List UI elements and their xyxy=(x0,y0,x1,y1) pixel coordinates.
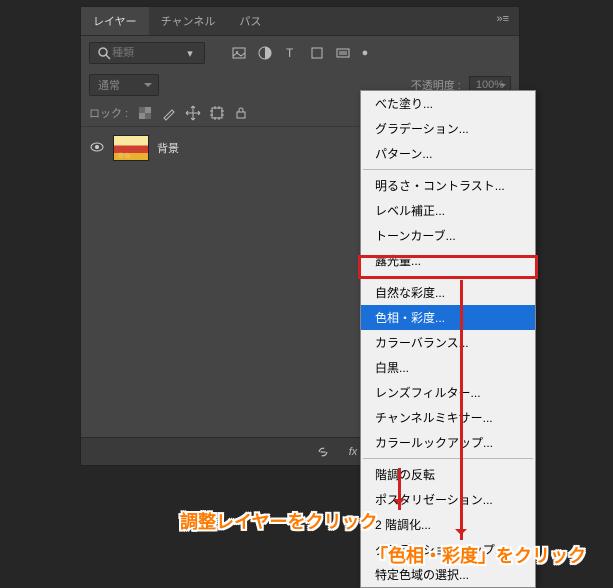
menu-item[interactable]: ポスタリゼーション... xyxy=(361,487,535,512)
panel-tabs: レイヤー チャンネル パス »≡ xyxy=(81,7,519,36)
blend-mode-select[interactable]: 通常 xyxy=(89,74,159,96)
chevron-down-icon: ▾ xyxy=(182,45,198,61)
lock-label: ロック : xyxy=(89,105,128,121)
filter-row: ▾ T ● xyxy=(81,36,519,70)
lock-artboard-icon[interactable] xyxy=(208,105,226,121)
layer-filter-search[interactable]: ▾ xyxy=(89,42,205,64)
menu-item[interactable]: 階調の反転 xyxy=(361,462,535,487)
menu-item[interactable]: パターン... xyxy=(361,141,535,166)
layer-name[interactable]: 背景 xyxy=(157,140,179,156)
menu-separator xyxy=(363,169,533,170)
menu-item[interactable]: 2 階調化... xyxy=(361,512,535,537)
tab-channels[interactable]: チャンネル xyxy=(149,7,228,35)
annotation-adjustment: 調整レイヤーをクリック xyxy=(180,508,377,534)
layer-thumbnail[interactable] xyxy=(113,135,149,161)
panel-menu-icon[interactable]: »≡ xyxy=(486,7,519,35)
filter-smart-icon[interactable] xyxy=(335,45,351,61)
lock-paint-icon[interactable] xyxy=(160,105,178,121)
menu-item[interactable]: レベル補正... xyxy=(361,198,535,223)
lock-all-icon[interactable] xyxy=(232,105,250,121)
svg-text:T: T xyxy=(286,46,294,60)
menu-item[interactable]: 色相・彩度... xyxy=(361,305,535,330)
lock-transparent-icon[interactable] xyxy=(136,105,154,121)
menu-item[interactable]: レンズフィルター... xyxy=(361,380,535,405)
filter-adjust-icon[interactable] xyxy=(257,45,273,61)
menu-item[interactable]: カラーバランス... xyxy=(361,330,535,355)
menu-item[interactable]: チャンネルミキサー... xyxy=(361,405,535,430)
filter-image-icon[interactable] xyxy=(231,45,247,61)
menu-item[interactable]: 露光量... xyxy=(361,248,535,273)
menu-item[interactable]: 明るさ・コントラスト... xyxy=(361,173,535,198)
tab-paths[interactable]: パス xyxy=(227,7,273,35)
menu-item[interactable]: 自然な彩度... xyxy=(361,280,535,305)
filter-type-icon[interactable]: T xyxy=(283,45,299,61)
visibility-icon[interactable] xyxy=(89,139,105,158)
filter-shape-icon[interactable] xyxy=(309,45,325,61)
search-icon xyxy=(96,45,112,61)
filter-input[interactable] xyxy=(112,47,182,59)
lock-move-icon[interactable] xyxy=(184,105,202,121)
menu-item[interactable]: 白黒... xyxy=(361,355,535,380)
link-icon[interactable] xyxy=(313,442,333,462)
menu-item[interactable]: カラールックアップ... xyxy=(361,430,535,455)
menu-item[interactable]: トーンカーブ... xyxy=(361,223,535,248)
tab-layers[interactable]: レイヤー xyxy=(81,7,149,35)
filter-toggle-icon[interactable]: ● xyxy=(361,45,369,61)
menu-item[interactable]: べた塗り... xyxy=(361,91,535,116)
menu-item[interactable]: グラデーション... xyxy=(361,116,535,141)
annotation-huesat: 「色相・彩度」をクリック xyxy=(370,542,586,568)
menu-separator xyxy=(363,458,533,459)
adjustment-menu: べた塗り...グラデーション...パターン... 明るさ・コントラスト...レベル… xyxy=(360,90,536,588)
menu-separator xyxy=(363,276,533,277)
